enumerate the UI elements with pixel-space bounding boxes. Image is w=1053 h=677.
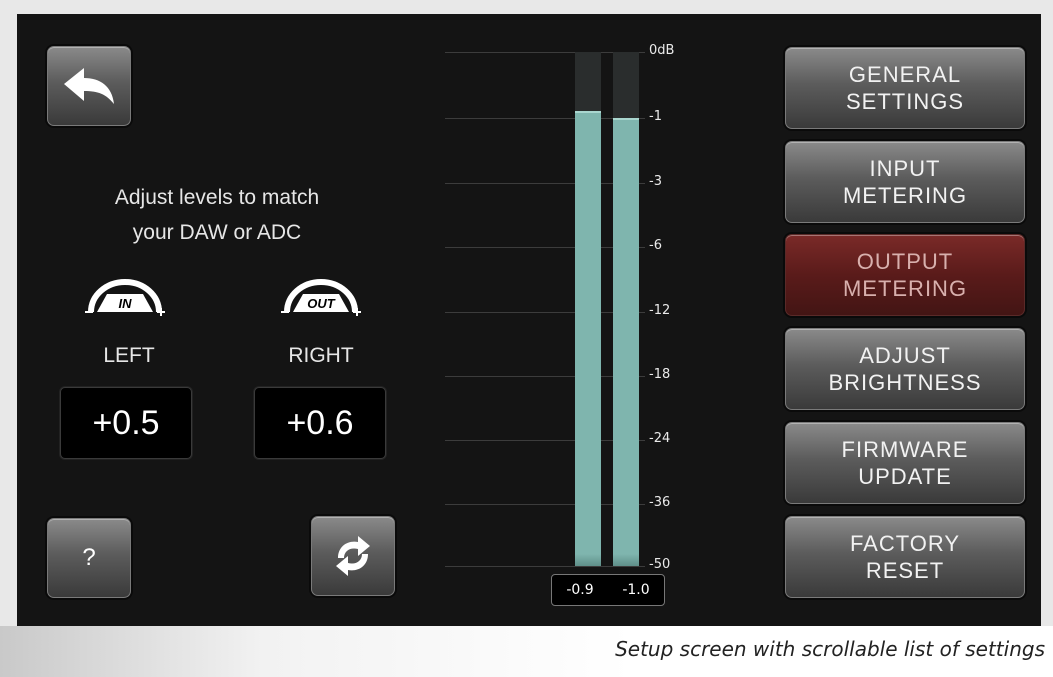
menu-label-line-1: FACTORY [849, 531, 961, 556]
figure-caption: Setup screen with scrollable list of set… [615, 637, 1045, 661]
input-metering-button[interactable]: INPUT METERING [785, 141, 1025, 223]
menu-button-label: FACTORY RESET [850, 530, 960, 584]
menu-label-line-2: BRIGHTNESS [828, 370, 982, 395]
out-badge: OUT [307, 296, 335, 311]
menu-label-line-1: OUTPUT [856, 249, 954, 274]
back-arrow-icon [64, 68, 114, 104]
menu-label-line-1: FIRMWARE [841, 437, 969, 462]
right-channel-label: RIGHT [288, 344, 354, 367]
menu-button-label: GENERAL SETTINGS [846, 61, 964, 115]
firmware-update-button[interactable]: FIRMWARE UPDATE [785, 422, 1025, 504]
menu-label-line-2: UPDATE [858, 464, 952, 489]
left-trim-value[interactable]: +0.5 [60, 387, 192, 459]
output-metering-button[interactable]: OUTPUT METERING [785, 234, 1025, 316]
menu-button-label: ADJUST BRIGHTNESS [828, 342, 981, 396]
menu-label-line-2: METERING [842, 276, 968, 301]
right-peak-readout: -1.0 [622, 582, 650, 598]
meter-scale-label: -24 [649, 431, 671, 446]
right-trim-value[interactable]: +0.6 [254, 387, 386, 459]
input-trim-icon: IN [83, 272, 167, 320]
menu-button-label: FIRMWARE UPDATE [842, 436, 969, 490]
refresh-icon [336, 536, 370, 576]
adjust-brightness-button[interactable]: ADJUST BRIGHTNESS [785, 328, 1025, 410]
menu-label-line-2: RESET [865, 558, 945, 583]
menu-label-line-2: METERING [842, 183, 968, 208]
meter-scale-label: -18 [649, 367, 671, 382]
refresh-button[interactable] [311, 516, 395, 596]
menu-button-label: INPUT METERING [843, 155, 967, 209]
in-badge: IN [118, 296, 132, 311]
menu-button-label: OUTPUT METERING [843, 248, 967, 302]
meter-scale-label: -6 [649, 238, 662, 253]
output-trim-icon: OUT [279, 272, 363, 320]
meter-scale-label: -1 [649, 109, 662, 124]
help-button[interactable]: ? [47, 518, 131, 598]
instructions-line-2: your DAW or ADC [132, 221, 302, 244]
right-meter-bar [613, 118, 639, 566]
menu-label-line-1: GENERAL [848, 62, 962, 87]
meter-scale-line [445, 566, 645, 567]
meter-scale-label: 0dB [649, 43, 675, 58]
factory-reset-button[interactable]: FACTORY RESET [785, 516, 1025, 598]
meter-scale-label: -50 [649, 557, 671, 572]
left-channel-label: LEFT [103, 344, 155, 367]
meter-scale-label: -12 [649, 303, 671, 318]
help-label: ? [82, 544, 96, 571]
meter-scale-label: -36 [649, 495, 671, 510]
general-settings-button[interactable]: GENERAL SETTINGS [785, 47, 1025, 129]
device-screen: Adjust levels to match your DAW or ADC I… [17, 14, 1041, 626]
peak-readout: -0.9 -1.0 [551, 574, 665, 606]
menu-label-line-2: SETTINGS [845, 89, 964, 114]
back-button[interactable] [47, 46, 131, 126]
menu-label-line-1: ADJUST [859, 343, 951, 368]
meter-scale-label: -3 [649, 174, 662, 189]
instructions-line-1: Adjust levels to match [114, 186, 320, 209]
left-peak-readout: -0.9 [566, 582, 594, 598]
left-meter-bar [575, 111, 601, 566]
menu-label-line-1: INPUT [869, 156, 941, 181]
